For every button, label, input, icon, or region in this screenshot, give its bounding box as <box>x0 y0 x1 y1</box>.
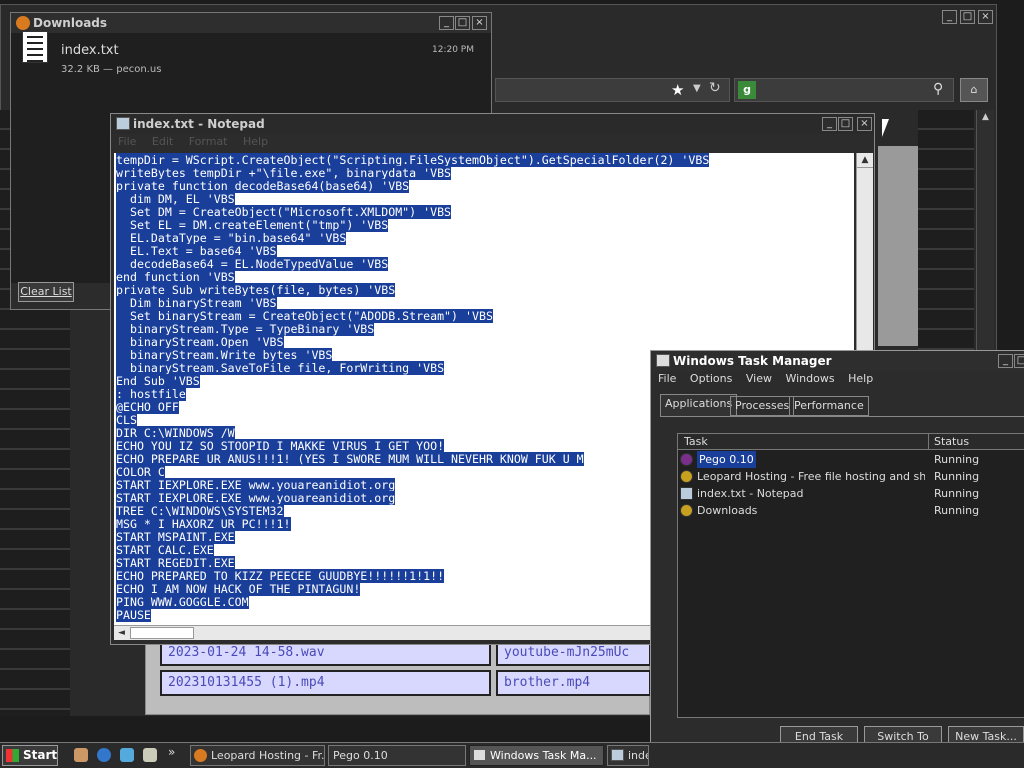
taskmgr-icon <box>656 354 670 367</box>
maximize-button[interactable]: □ <box>838 117 853 131</box>
task-row[interactable]: index.txt - Notepad Running <box>678 485 1024 502</box>
close-button[interactable]: × <box>472 16 487 30</box>
menu-edit[interactable]: Edit <box>152 135 173 148</box>
scroll-up-icon[interactable]: ▲ <box>857 153 873 168</box>
firefox-icon <box>680 504 693 517</box>
task-status: Running <box>934 487 980 500</box>
notepad-icon <box>611 749 624 761</box>
window-title: index.txt - Notepad <box>111 114 874 134</box>
task-row[interactable]: Leopard Hosting - Free file hosting and … <box>678 468 1024 485</box>
taskbar-item-taskmgr[interactable]: Windows Task Ma... <box>469 745 604 766</box>
task-status: Running <box>934 453 980 466</box>
firefox-icon <box>16 16 30 30</box>
window-title: Windows Task Manager <box>651 351 1024 371</box>
tab-applications[interactable]: Applications <box>660 394 738 416</box>
google-icon: g <box>738 81 756 99</box>
notepad-icon <box>680 487 693 500</box>
applications-list[interactable]: Task Status Pego 0.10 Running Leopard Ho… <box>677 433 1024 718</box>
chevron-right-icon[interactable]: » <box>168 745 175 759</box>
close-button[interactable]: × <box>857 117 872 131</box>
media-icon[interactable] <box>143 748 157 762</box>
menu-view[interactable]: View <box>746 372 772 385</box>
menu-file[interactable]: File <box>658 372 676 385</box>
scroll-left-icon[interactable]: ◄ <box>114 626 129 640</box>
download-meta: 32.2 KB — pecon.us <box>61 64 162 75</box>
notepad-menubar: File Edit Format Help <box>112 133 872 151</box>
page-block <box>878 146 918 346</box>
task-name: Downloads <box>697 504 758 517</box>
download-filename[interactable]: index.txt <box>61 43 119 58</box>
minimize-button[interactable]: _ <box>998 354 1013 368</box>
maximize-button[interactable]: □ <box>960 10 975 24</box>
menu-help[interactable]: Help <box>243 135 268 148</box>
close-button[interactable]: × <box>978 10 993 24</box>
home-icon[interactable]: ⌂ <box>960 78 988 102</box>
reload-icon[interactable]: ↻ <box>709 80 721 96</box>
text-file-icon <box>22 31 48 63</box>
window-title: Downloads <box>11 13 491 33</box>
notepad-icon <box>116 117 130 130</box>
minimize-button[interactable]: _ <box>822 117 837 131</box>
menu-help[interactable]: Help <box>848 372 873 385</box>
scroll-up-icon[interactable]: ▲ <box>977 110 994 124</box>
tab-performance[interactable]: Performance <box>789 396 869 416</box>
windows-logo-icon <box>6 749 19 762</box>
clear-list-button[interactable]: Clear List <box>18 282 74 302</box>
outlook-icon[interactable] <box>120 748 134 762</box>
taskbar-item-pego[interactable]: Pego 0.10 <box>328 745 466 766</box>
taskmgr-menubar: File Options View Windows Help <box>658 372 873 385</box>
list-header: Task Status <box>678 434 1024 450</box>
menu-format[interactable]: Format <box>189 135 228 148</box>
ie-icon[interactable] <box>97 748 111 762</box>
search-bar[interactable]: g ⚲ <box>734 78 954 102</box>
task-name: Leopard Hosting - Free file hosting and … <box>697 470 925 483</box>
magnifier-icon[interactable]: ⚲ <box>933 81 943 97</box>
tab-processes[interactable]: Processes <box>730 396 795 416</box>
dropdown-icon[interactable]: ▼ <box>693 83 701 94</box>
menu-options[interactable]: Options <box>690 372 732 385</box>
taskmgr-icon <box>473 749 486 761</box>
pego-icon <box>680 453 693 466</box>
file-link[interactable]: brother.mp4 <box>496 670 651 696</box>
mouse-cursor-icon <box>882 119 889 137</box>
menu-file[interactable]: File <box>118 135 136 148</box>
taskbar-item-leopard[interactable]: Leopard Hosting - Fr... <box>190 745 325 766</box>
menu-windows[interactable]: Windows <box>785 372 834 385</box>
task-row[interactable]: Downloads Running <box>678 502 1024 519</box>
scroll-thumb[interactable] <box>130 627 194 639</box>
firefox-icon <box>194 749 207 762</box>
quicklaunch-icon[interactable] <box>74 748 88 762</box>
minimize-button[interactable]: _ <box>439 16 454 30</box>
download-time: 12:20 PM <box>432 45 474 55</box>
file-link[interactable]: 202310131455 (1).mp4 <box>160 670 491 696</box>
task-row[interactable]: Pego 0.10 Running <box>678 451 1024 468</box>
task-name: index.txt - Notepad <box>697 487 804 500</box>
tab-divider <box>660 416 1024 417</box>
maximize-button[interactable]: □ <box>1014 354 1024 368</box>
column-divider[interactable] <box>928 434 929 450</box>
task-status: Running <box>934 504 980 517</box>
minimize-button[interactable]: _ <box>942 10 957 24</box>
task-status: Running <box>934 470 980 483</box>
column-status[interactable]: Status <box>934 435 969 448</box>
task-name: Pego 0.10 <box>697 451 756 468</box>
url-bar[interactable]: ★ ▼ ↻ <box>495 78 730 102</box>
column-task[interactable]: Task <box>684 435 708 448</box>
firefox-icon <box>680 470 693 483</box>
star-icon[interactable]: ★ <box>671 81 684 99</box>
maximize-button[interactable]: □ <box>455 16 470 30</box>
